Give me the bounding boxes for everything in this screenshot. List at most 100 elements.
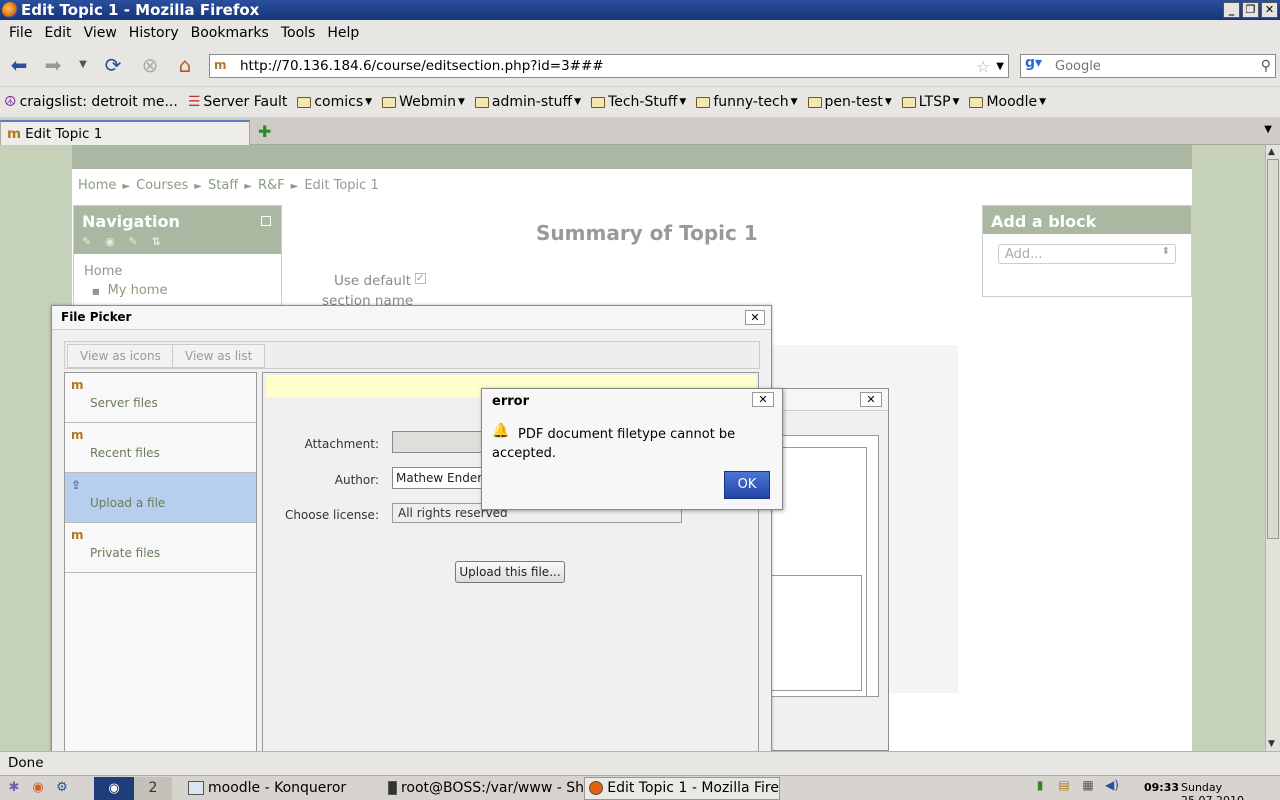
bookmark-star-icon[interactable]: ☆: [976, 57, 990, 76]
menu-bookmarks[interactable]: Bookmarks: [185, 25, 275, 41]
search-icon[interactable]: ⚲: [1261, 58, 1271, 74]
bookmark-craigslist[interactable]: ☮ craigslist: detroit me...: [4, 94, 178, 110]
history-dropdown-icon[interactable]: ▼: [70, 54, 96, 78]
menu-history[interactable]: History: [123, 25, 185, 41]
moodle-favicon-icon: m: [7, 125, 22, 142]
kde-menu-icon[interactable]: ✱: [4, 779, 24, 797]
task-label: root@BOSS:/var/www - Sh: [400, 779, 584, 796]
bookmark-folder-pen-test[interactable]: pen-test ▼: [807, 94, 892, 110]
bookmark-folder-webmin[interactable]: Webmin ▼: [382, 94, 465, 110]
klipper-icon[interactable]: ▤: [1056, 778, 1072, 796]
pager-desktop-1[interactable]: ◉: [94, 776, 134, 800]
scroll-down-icon[interactable]: ▼: [1268, 739, 1275, 749]
bookmark-folder-funny-tech[interactable]: funny-tech ▼: [696, 94, 798, 110]
folder-app-icon: [188, 781, 204, 795]
clock-time[interactable]: 09:33: [1144, 781, 1179, 794]
url-dropdown-icon[interactable]: ▼: [996, 61, 1004, 72]
scroll-thumb[interactable]: [1267, 159, 1279, 539]
network-icon[interactable]: ▦: [1080, 778, 1096, 796]
close-icon[interactable]: ✕: [860, 392, 882, 407]
window-title: Edit Topic 1 - Mozilla Firefox: [21, 1, 260, 19]
background-dialog-header: ✕: [771, 389, 888, 411]
konqueror-launcher-icon[interactable]: ⚙: [52, 779, 72, 797]
home-icon[interactable]: ⌂: [172, 54, 198, 78]
back-icon[interactable]: ⬅: [6, 54, 32, 78]
view-as-list-button[interactable]: View as list: [172, 344, 266, 368]
upload-file-button[interactable]: Upload this file...: [455, 561, 565, 583]
repository-private-files[interactable]: m Private files: [65, 523, 256, 573]
bookmark-folder-tech-stuff[interactable]: Tech-Stuff ▼: [591, 94, 686, 110]
bookmark-label: funny-tech: [713, 94, 789, 110]
tab-list-icon[interactable]: ▼: [1264, 124, 1272, 135]
tab-strip: m Edit Topic 1 ✚ ▼: [0, 118, 1280, 145]
battery-icon[interactable]: ▮: [1032, 778, 1048, 796]
repository-label: Recent files: [90, 446, 160, 460]
nav-home-link[interactable]: Home: [74, 254, 281, 279]
firefox-icon: [2, 2, 18, 18]
menu-edit[interactable]: Edit: [38, 25, 77, 41]
bookmark-folder-moodle[interactable]: Moodle ▼: [969, 94, 1046, 110]
add-block: Add a block Add... ⬍: [982, 205, 1192, 297]
maximize-button[interactable]: ❐: [1242, 2, 1259, 18]
menu-tools[interactable]: Tools: [275, 25, 322, 41]
error-message: PDF document filetype cannot be accepted…: [492, 427, 736, 461]
bookmark-label: pen-test: [824, 94, 883, 110]
close-icon[interactable]: ✕: [752, 392, 774, 407]
task-firefox[interactable]: Edit Topic 1 - Mozilla Fire: [584, 776, 780, 800]
url-text[interactable]: http://70.136.184.6/course/editsection.p…: [240, 58, 976, 74]
scroll-up-icon[interactable]: ▲: [1268, 147, 1275, 157]
bookmark-folder-comics[interactable]: comics ▼: [297, 94, 372, 110]
minimize-button[interactable]: _: [1223, 2, 1240, 18]
repository-list: m Server files m Recent files ⇪ Upload a fi…: [64, 372, 257, 772]
view-as-icons-button[interactable]: View as icons: [67, 344, 174, 368]
breadcrumb-courses[interactable]: Courses: [136, 178, 188, 193]
tab-edit-topic[interactable]: m Edit Topic 1: [0, 120, 250, 145]
breadcrumb-staff[interactable]: Staff: [208, 178, 238, 193]
taskbar: ✱ ◉ ⚙ ◉ 2 moodle - Konqueror root@BOSS:/…: [0, 775, 1280, 800]
repository-recent-files[interactable]: m Recent files: [65, 423, 256, 473]
clock-date[interactable]: Sunday 25.07.2010: [1181, 781, 1280, 800]
window-titlebar[interactable]: Edit Topic 1 - Mozilla Firefox _ ❐ ✕: [0, 0, 1280, 20]
close-icon[interactable]: ✕: [745, 310, 765, 325]
moodle-repo-icon: m: [71, 428, 84, 442]
menu-help[interactable]: Help: [321, 25, 365, 41]
firefox-launcher-icon[interactable]: ◉: [28, 779, 48, 797]
repository-server-files[interactable]: m Server files: [65, 373, 256, 423]
bookmark-server-fault[interactable]: ☰ Server Fault: [188, 94, 288, 110]
breadcrumb-rf[interactable]: R&F: [258, 178, 285, 193]
bookmark-label: admin-stuff: [491, 94, 573, 110]
url-bar[interactable]: m http://70.136.184.6/course/editsection…: [209, 54, 1009, 78]
block-controls-icon[interactable]: ✎ ◉ ✎ ⇅: [82, 235, 273, 248]
chevron-down-icon: ▼: [884, 97, 892, 107]
breadcrumb-home[interactable]: Home: [78, 178, 116, 193]
repository-upload-a-file[interactable]: ⇪ Upload a file: [65, 473, 256, 523]
task-konqueror[interactable]: moodle - Konqueror: [184, 777, 384, 800]
vertical-scrollbar[interactable]: ▲ ▼: [1265, 145, 1280, 751]
pager-desktop-2[interactable]: 2: [134, 776, 172, 800]
ok-button[interactable]: OK: [724, 471, 770, 499]
navigation-block-title: Navigation: [82, 212, 180, 231]
task-shell[interactable]: root@BOSS:/var/www - Sh: [384, 777, 584, 800]
stop-icon[interactable]: ⊗: [137, 54, 163, 78]
firefox-icon: [589, 781, 604, 795]
volume-icon[interactable]: ◀): [1104, 778, 1120, 796]
dock-icon[interactable]: [261, 216, 271, 226]
menu-view[interactable]: View: [78, 25, 123, 41]
bookmark-folder-ltsp[interactable]: LTSP ▼: [901, 94, 959, 110]
add-block-title: Add a block: [983, 206, 1191, 234]
search-input[interactable]: [1055, 58, 1261, 74]
new-tab-icon[interactable]: ✚: [258, 122, 271, 141]
menu-file[interactable]: File: [3, 25, 38, 41]
nav-my-home-link[interactable]: ■ My home: [74, 279, 281, 298]
add-block-select[interactable]: Add... ⬍: [998, 244, 1176, 264]
use-default-checkbox[interactable]: ✓: [415, 273, 427, 284]
forward-icon[interactable]: ➡: [40, 54, 66, 78]
search-bar[interactable]: g▾ ⚲: [1020, 54, 1276, 78]
reload-icon[interactable]: ⟳: [100, 54, 126, 78]
breadcrumb: Home ► Courses ► Staff ► R&F ► Edit Topic 1: [78, 178, 379, 193]
author-label: Author:: [334, 473, 379, 487]
chevron-down-icon: ▼: [458, 97, 465, 107]
bookmark-folder-admin-stuff[interactable]: admin-stuff ▼: [474, 94, 581, 110]
search-engine-icon[interactable]: g▾: [1021, 55, 1055, 77]
close-window-button[interactable]: ✕: [1261, 2, 1278, 18]
